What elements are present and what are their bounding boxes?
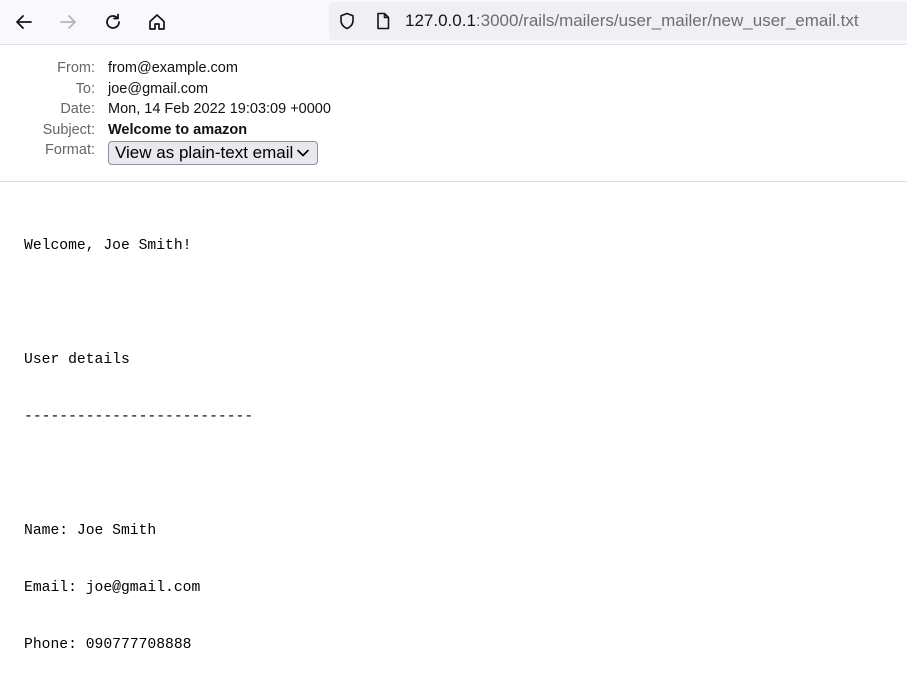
date-label: Date:	[60, 101, 95, 117]
back-arrow-icon	[16, 15, 32, 29]
reload-button[interactable]	[97, 6, 129, 38]
email-headers: From: from@example.com To: joe@gmail.com…	[0, 58, 907, 165]
forward-arrow-icon	[60, 15, 76, 29]
format-label: Format:	[45, 142, 95, 158]
body-line: Email: joe@gmail.com	[24, 580, 201, 596]
url-bar[interactable]: 127.0.0.1:3000/rails/mailers/user_mailer…	[329, 2, 907, 40]
header-divider	[0, 181, 907, 182]
to-label: To:	[75, 80, 95, 97]
back-button[interactable]	[8, 6, 40, 38]
subject-row: Subject: Welcome to amazon	[0, 120, 907, 141]
forward-button[interactable]	[52, 6, 84, 38]
email-body: Welcome, Joe Smith! User details -------…	[24, 199, 253, 674]
body-line: --------------------------	[24, 409, 254, 425]
reload-icon	[106, 13, 120, 29]
shield-icon[interactable]	[337, 11, 357, 31]
home-button[interactable]	[141, 6, 173, 38]
from-row: From: from@example.com	[0, 58, 907, 79]
subject-value: Welcome to amazon	[108, 121, 248, 138]
page-icon[interactable]	[373, 11, 393, 31]
url-path: :3000/rails/mailers/user_mailer/new_user…	[475, 11, 859, 30]
url-text[interactable]: 127.0.0.1:3000/rails/mailers/user_mailer…	[405, 11, 859, 31]
body-line	[24, 465, 253, 484]
to-value: joe@gmail.com	[108, 80, 209, 97]
browser-toolbar: 127.0.0.1:3000/rails/mailers/user_mailer…	[0, 0, 907, 45]
format-selected-value: View as plain-text email	[115, 143, 294, 162]
body-line: Welcome, Joe Smith!	[24, 238, 192, 254]
from-label: From:	[57, 60, 95, 76]
to-row: To: joe@gmail.com	[0, 79, 907, 100]
format-row: Format: View as plain-text email	[0, 140, 907, 165]
body-line: User details	[24, 352, 130, 368]
format-select[interactable]: View as plain-text email	[108, 141, 318, 165]
body-line: Phone: 090777708888	[24, 637, 192, 653]
date-value: Mon, 14 Feb 2022 19:03:09 +0000	[108, 101, 331, 117]
body-line: Name: Joe Smith	[24, 523, 157, 539]
body-line	[24, 294, 253, 313]
chevron-down-icon	[297, 149, 309, 157]
date-row: Date: Mon, 14 Feb 2022 19:03:09 +0000	[0, 99, 907, 120]
subject-label: Subject:	[42, 121, 95, 138]
from-value: from@example.com	[108, 60, 238, 76]
home-icon	[149, 14, 165, 30]
url-host: 127.0.0.1	[405, 11, 476, 30]
